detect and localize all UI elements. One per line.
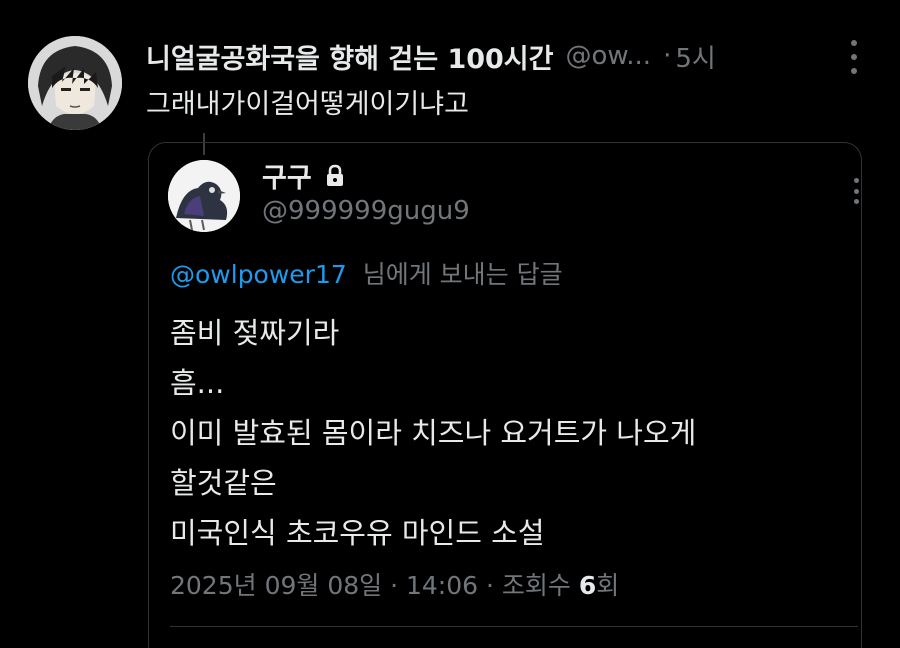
author-avatar[interactable] <box>28 36 122 130</box>
author-handle[interactable]: @ow... <box>565 41 651 71</box>
quoted-author-name[interactable]: 구구 <box>262 156 312 195</box>
more-icon[interactable] <box>852 178 860 204</box>
author-name[interactable]: 니얼굴공화국을 향해 걷는 100시간 <box>146 37 553 76</box>
body-line: 할것같은 <box>170 466 277 500</box>
reply-context: @owlpower17 님에게 보내는 답글 <box>170 255 563 291</box>
tweet-header: 니얼굴공화국을 향해 걷는 100시간 @ow... · 5시 <box>146 36 876 76</box>
reply-handle-link[interactable]: @owlpower17 <box>170 260 347 289</box>
tweet-text: 그래내가이걸어떻게이기냐고 <box>146 89 469 120</box>
pigeon-illustration <box>168 160 240 232</box>
tweet-date[interactable]: 2025년 09월 08일 · 14:06 · 조회수 <box>170 571 579 600</box>
views-count: 6 <box>578 571 597 600</box>
quoted-tweet-body: 좀비 젖짜기라 흠... 이미 발효된 몸이라 치즈나 요거트가 나오게 할것같… <box>170 308 696 558</box>
divider <box>170 626 858 627</box>
more-icon[interactable] <box>842 40 866 74</box>
tweet-time[interactable]: 5시 <box>675 38 715 75</box>
body-line: 흠... <box>170 366 225 400</box>
body-line: 좀비 젖짜기라 <box>170 316 340 350</box>
body-line: 미국인식 초코우유 마인드 소설 <box>170 516 545 550</box>
quoted-author-handle[interactable]: @999999gugu9 <box>262 196 470 226</box>
quoted-author-avatar[interactable] <box>168 160 240 232</box>
reply-suffix: 님에게 보내는 답글 <box>362 260 563 289</box>
separator-dot: · <box>663 41 672 71</box>
views-suffix: 회 <box>596 571 620 600</box>
avatar-illustration <box>28 36 122 130</box>
tweet-page: 니얼굴공화국을 향해 걷는 100시간 @ow... · 5시 그래내가이걸어떻… <box>0 0 900 648</box>
quoted-author-name-row: 구구 <box>262 156 346 195</box>
lock-icon <box>324 164 346 188</box>
body-line: 이미 발효된 몸이라 치즈나 요거트가 나오게 <box>170 416 697 450</box>
tweet-meta: 2025년 09월 08일 · 14:06 · 조회수 6회 <box>170 566 619 602</box>
